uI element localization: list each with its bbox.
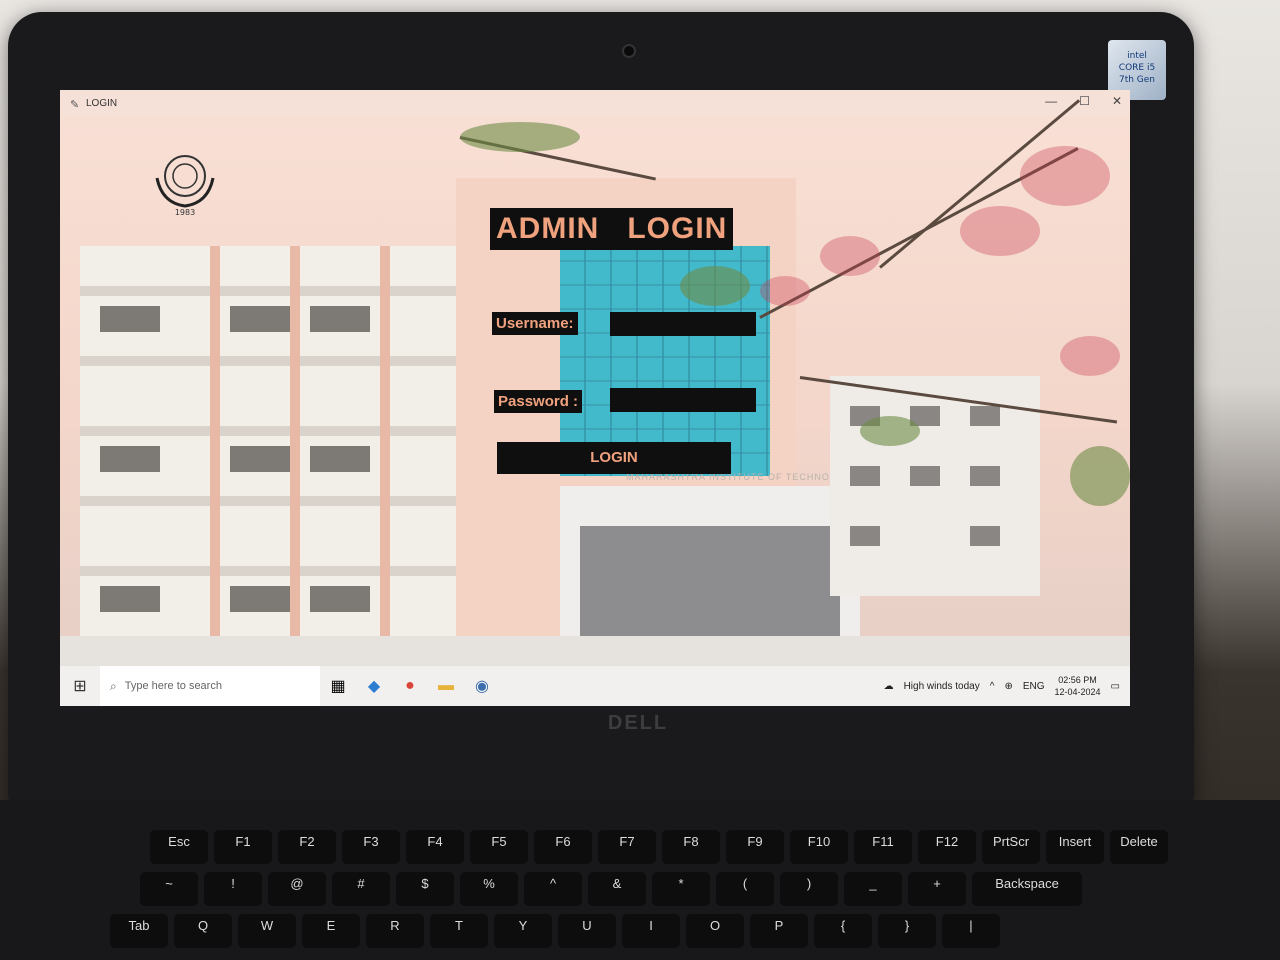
webcam [622,44,636,58]
minimize-button[interactable]: — [1045,94,1057,108]
feather-icon: ✎ [70,99,80,111]
key: R [366,914,424,948]
key: ~ [140,872,198,906]
key: Tab [110,914,168,948]
key: @ [268,872,326,906]
key: ^ [524,872,582,906]
windows-icon: ⊞ [73,678,87,695]
clock-time: 02:56 PM [1058,675,1097,685]
key: ) [780,872,838,906]
key: Insert [1046,830,1104,864]
file-explorer-icon[interactable]: ▬ [428,666,464,706]
key: W [238,914,296,948]
keyboard-row-qwerty: Tab Q W E R T Y U I O P { } | [110,914,1000,948]
python-app-icon[interactable]: ◉ [464,666,500,706]
key: # [332,872,390,906]
search-placeholder: Type here to search [124,680,222,692]
key: | [942,914,1000,948]
key: ! [204,872,262,906]
taskbar-search[interactable]: ⌕ Type here to search [100,666,320,706]
key: Delete [1110,830,1168,864]
keyboard-row-function: Esc F1 F2 F3 F4 F5 F6 F7 F8 F9 F10 F11 F… [150,830,1168,864]
language-indicator[interactable]: ENG [1023,681,1045,692]
key: U [558,914,616,948]
key: F7 [598,830,656,864]
key: P [750,914,808,948]
taskbar: ⊞ ⌕ Type here to search ▦ ◆ ● ▬ ◉ ☁ High… [60,666,1130,706]
search-icon: ⌕ [110,678,117,693]
institute-logo: 1983 [155,155,215,217]
close-button[interactable]: ✕ [1112,94,1122,108]
chrome-icon[interactable]: ● [392,666,428,706]
key: T [430,914,488,948]
maximize-button[interactable]: ☐ [1079,94,1090,108]
task-view-icon[interactable]: ▦ [320,666,356,706]
window-titlebar: ✎ LOGIN — ☐ ✕ [60,90,1130,116]
key: F1 [214,830,272,864]
key: F12 [918,830,976,864]
key: F6 [534,830,592,864]
key: F8 [662,830,720,864]
key: F3 [342,830,400,864]
key: Esc [150,830,208,864]
key: % [460,872,518,906]
key: Backspace [972,872,1082,906]
key: E [302,914,360,948]
password-label: Password : [494,390,583,413]
key: F9 [726,830,784,864]
key: F4 [406,830,464,864]
keyboard-row-numbers: ~ ! @ # $ % ^ & * ( ) _ + Backspace [140,872,1082,906]
network-icon[interactable]: ⊕ [1004,681,1012,692]
key: Q [174,914,232,948]
weather-text[interactable]: High winds today [904,681,980,692]
logo-caption: 1983 [175,208,195,217]
password-input[interactable] [610,388,756,412]
key: * [652,872,710,906]
window-controls: — ☐ ✕ [1045,94,1122,108]
weather-icon[interactable]: ☁ [884,681,894,692]
building-left [80,246,460,666]
admin-login-heading: ADMIN LOGIN [490,208,734,250]
key: & [588,872,646,906]
chevron-up-icon[interactable]: ^ [990,681,995,692]
key: F5 [470,830,528,864]
key: O [686,914,744,948]
login-button[interactable]: LOGIN [497,442,731,474]
key: $ [396,872,454,906]
building-right [830,376,1040,596]
window-title: LOGIN [86,97,118,109]
key: + [908,872,966,906]
key: F11 [854,830,912,864]
key: ( [716,872,774,906]
start-button[interactable]: ⊞ [60,666,100,706]
key: F10 [790,830,848,864]
key: I [622,914,680,948]
key: F2 [278,830,336,864]
clock[interactable]: 02:56 PM 12-04-2024 [1055,674,1101,698]
key: } [878,914,936,948]
username-label: Username: [492,312,578,335]
clock-date: 12-04-2024 [1054,687,1101,697]
key: { [814,914,872,948]
keyboard: Esc F1 F2 F3 F4 F5 F6 F7 F8 F9 F10 F11 F… [0,800,1280,960]
username-input[interactable] [610,312,756,336]
notification-icon[interactable]: ▭ [1111,681,1120,692]
vscode-icon[interactable]: ◆ [356,666,392,706]
key: _ [844,872,902,906]
key: PrtScr [982,830,1040,864]
system-tray: ☁ High winds today ^ ⊕ ENG 02:56 PM 12-0… [884,666,1120,706]
key: Y [494,914,552,948]
screen: ✎ LOGIN — ☐ ✕ MAHARASHTRA INSTITUTE OF T… [60,90,1130,706]
brand-logo: DELL [607,712,669,734]
